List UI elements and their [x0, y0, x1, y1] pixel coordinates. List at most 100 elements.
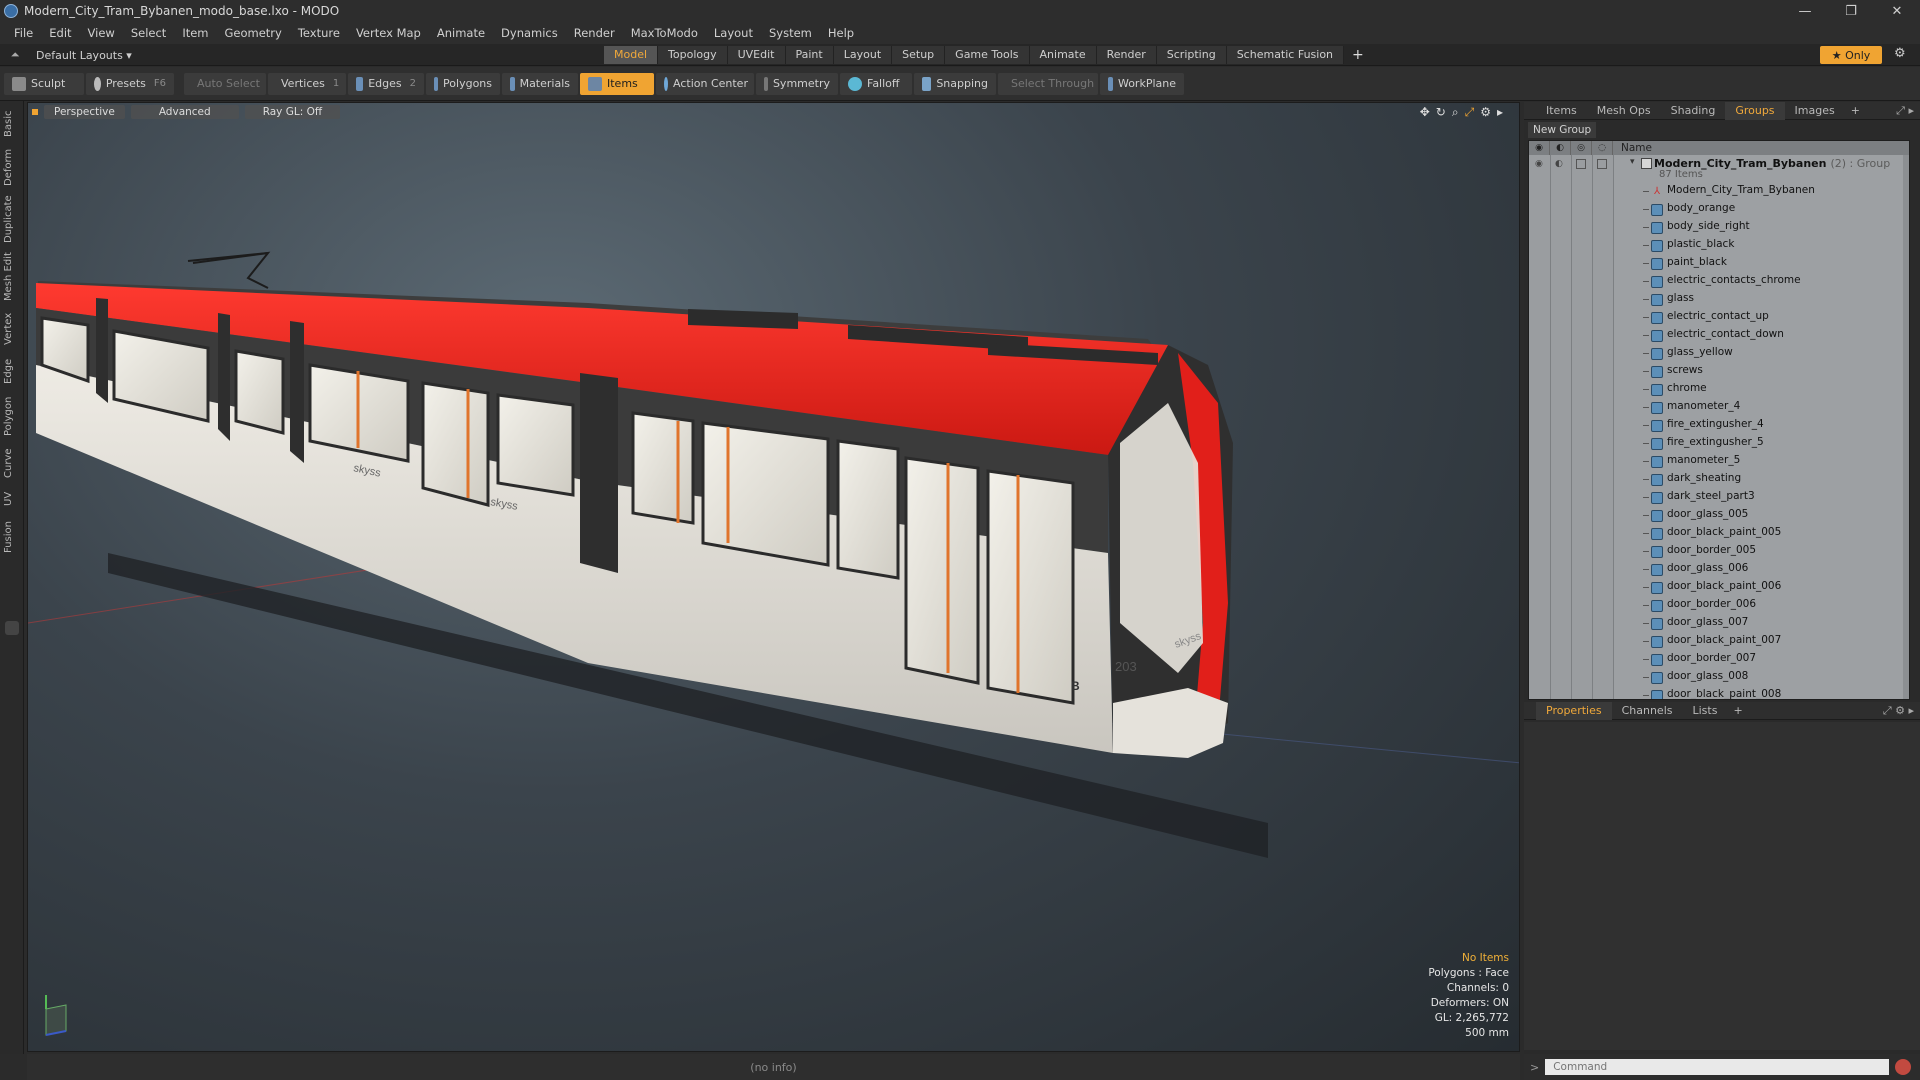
auto-select-button[interactable]: Auto Select [184, 72, 266, 95]
group-item-row[interactable]: door_black_paint_005 [1529, 525, 1909, 543]
tab-mesh-ops[interactable]: Mesh Ops [1587, 102, 1661, 120]
viewport-menu-icon[interactable] [32, 109, 38, 115]
group-visibility-eye-icon[interactable]: ◉ [1535, 159, 1545, 169]
sculpt-button[interactable]: Sculpt [4, 72, 84, 95]
command-input[interactable] [1545, 1059, 1890, 1075]
add-properties-tab-button[interactable]: + [1727, 704, 1748, 717]
menu-render[interactable]: Render [566, 22, 623, 44]
group-item-row[interactable]: door_glass_008 [1529, 669, 1909, 687]
select-column-icon[interactable]: ◌ [1592, 141, 1613, 155]
presets-button[interactable]: Presets F6 [86, 72, 174, 95]
menu-layout[interactable]: Layout [706, 22, 761, 44]
group-item-row[interactable]: door_black_paint_007 [1529, 633, 1909, 651]
layout-selector[interactable]: ⏶ Default Layouts ▾ [8, 44, 132, 66]
menu-item[interactable]: Item [174, 22, 216, 44]
group-item-row[interactable]: body_orange [1529, 201, 1909, 219]
zoom-icon[interactable]: ⌕ [1452, 105, 1459, 120]
raygl-button[interactable]: Ray GL: Off [244, 105, 341, 119]
group-item-row[interactable]: chrome [1529, 381, 1909, 399]
group-item-row[interactable]: paint_black [1529, 255, 1909, 273]
left-tab-edge[interactable]: Edge [3, 355, 21, 387]
add-panel-tab-button[interactable]: + [1845, 104, 1866, 117]
group-item-row[interactable]: glass_yellow [1529, 345, 1909, 363]
left-tab-polygon[interactable]: Polygon [3, 393, 21, 439]
left-tab-fusion[interactable]: Fusion [3, 517, 21, 557]
select-through-button[interactable]: Select Through [998, 72, 1098, 95]
action-center-button[interactable]: Action Center [656, 72, 754, 95]
group-item-row[interactable]: dark_sheating [1529, 471, 1909, 489]
menu-edit[interactable]: Edit [41, 22, 79, 44]
tab-model[interactable]: Model [604, 46, 659, 64]
tab-images[interactable]: Images [1785, 102, 1845, 120]
menu-select[interactable]: Select [123, 22, 174, 44]
left-tab-deform[interactable]: Deform [3, 147, 21, 187]
group-item-row[interactable]: manometer_5 [1529, 453, 1909, 471]
tab-properties[interactable]: Properties [1536, 701, 1612, 720]
minimize-button[interactable]: — [1782, 0, 1828, 22]
group-item-row[interactable]: door_border_006 [1529, 597, 1909, 615]
group-item-row[interactable]: screws [1529, 363, 1909, 381]
menu-view[interactable]: View [80, 22, 123, 44]
group-item-row[interactable]: door_glass_005 [1529, 507, 1909, 525]
group-item-row[interactable]: manometer_4 [1529, 399, 1909, 417]
tab-setup[interactable]: Setup [892, 46, 946, 64]
gear-icon[interactable]: ⚙ [1894, 46, 1906, 61]
group-lock-checkbox[interactable] [1576, 159, 1586, 169]
close-button[interactable]: ✕ [1874, 0, 1920, 22]
polygons-button[interactable]: Polygons [426, 72, 500, 95]
menu-vertex-map[interactable]: Vertex Map [348, 22, 429, 44]
command-history-button[interactable] [1895, 1059, 1912, 1075]
shading-mode-button[interactable]: Advanced [130, 105, 239, 119]
tab-topology[interactable]: Topology [658, 46, 728, 64]
group-select-checkbox[interactable] [1597, 159, 1607, 169]
viewport-expand-icon[interactable]: ▸ [1497, 105, 1503, 120]
group-item-row[interactable]: electric_contact_up [1529, 309, 1909, 327]
group-item-row[interactable]: door_black_paint_008 [1529, 687, 1909, 699]
tab-game-tools[interactable]: Game Tools [945, 46, 1030, 64]
name-column-header[interactable]: Name [1613, 142, 1652, 154]
render-column-icon[interactable]: ◐ [1550, 141, 1571, 155]
group-item-row[interactable]: ⅄ Modern_City_Tram_Bybanen [1529, 183, 1909, 201]
group-render-icon[interactable]: ◐ [1555, 159, 1565, 169]
tab-lists[interactable]: Lists [1683, 702, 1728, 720]
maximize-button[interactable]: ❐ [1828, 0, 1874, 22]
layout-lock-icon[interactable]: ⏶ [8, 48, 22, 62]
visibility-column-eye-icon[interactable]: ◉ [1529, 141, 1550, 155]
group-item-row[interactable]: plastic_black [1529, 237, 1909, 255]
add-tab-button[interactable]: + [1344, 46, 1372, 64]
only-toggle-button[interactable]: ★ Only [1820, 46, 1882, 64]
menu-animate[interactable]: Animate [429, 22, 493, 44]
menu-maxtomodo[interactable]: MaxToModo [623, 22, 706, 44]
rotate-icon[interactable]: ↻ [1436, 105, 1446, 120]
tab-schematic-fusion[interactable]: Schematic Fusion [1226, 46, 1345, 64]
group-item-row[interactable]: door_glass_006 [1529, 561, 1909, 579]
3d-viewport[interactable]: skyss skyss skyss 203 B Perspective Adva… [27, 102, 1520, 1052]
workplane-button[interactable]: WorkPlane [1100, 72, 1184, 95]
group-item-row[interactable]: fire_extingusher_4 [1529, 417, 1909, 435]
left-panel-toggle-icon[interactable] [5, 621, 19, 635]
menu-dynamics[interactable]: Dynamics [493, 22, 566, 44]
left-tab-vertex[interactable]: Vertex [3, 309, 21, 349]
left-tab-uv[interactable]: UV [3, 487, 21, 511]
tab-uvedit[interactable]: UVEdit [727, 46, 786, 64]
group-row[interactable]: ◉ ◐ ▾ Modern_City_Tram_Bybanen (2) : Grou… [1529, 157, 1909, 183]
tab-groups[interactable]: Groups [1725, 101, 1785, 120]
symmetry-button[interactable]: Symmetry [756, 72, 838, 95]
group-item-row[interactable]: body_side_right [1529, 219, 1909, 237]
group-item-row[interactable]: door_glass_007 [1529, 615, 1909, 633]
tab-shading[interactable]: Shading [1661, 102, 1726, 120]
tab-layout[interactable]: Layout [833, 46, 893, 64]
lock-column-icon[interactable]: ◎ [1571, 141, 1592, 155]
group-collapse-chevron-icon[interactable]: ▾ [1630, 157, 1635, 167]
vertices-button[interactable]: Vertices 1 [268, 72, 346, 95]
tab-animate[interactable]: Animate [1029, 46, 1097, 64]
materials-button[interactable]: Materials [502, 72, 578, 95]
group-item-row[interactable]: glass [1529, 291, 1909, 309]
group-item-row[interactable]: fire_extingusher_5 [1529, 435, 1909, 453]
edges-button[interactable]: Edges 2 [348, 72, 424, 95]
pan-icon[interactable]: ✥ [1420, 105, 1430, 120]
viewport-gear-icon[interactable]: ⚙ [1480, 105, 1491, 120]
menu-help[interactable]: Help [820, 22, 862, 44]
view-mode-button[interactable]: Perspective [44, 105, 125, 119]
left-tab-duplicate[interactable]: Duplicate [3, 193, 21, 245]
